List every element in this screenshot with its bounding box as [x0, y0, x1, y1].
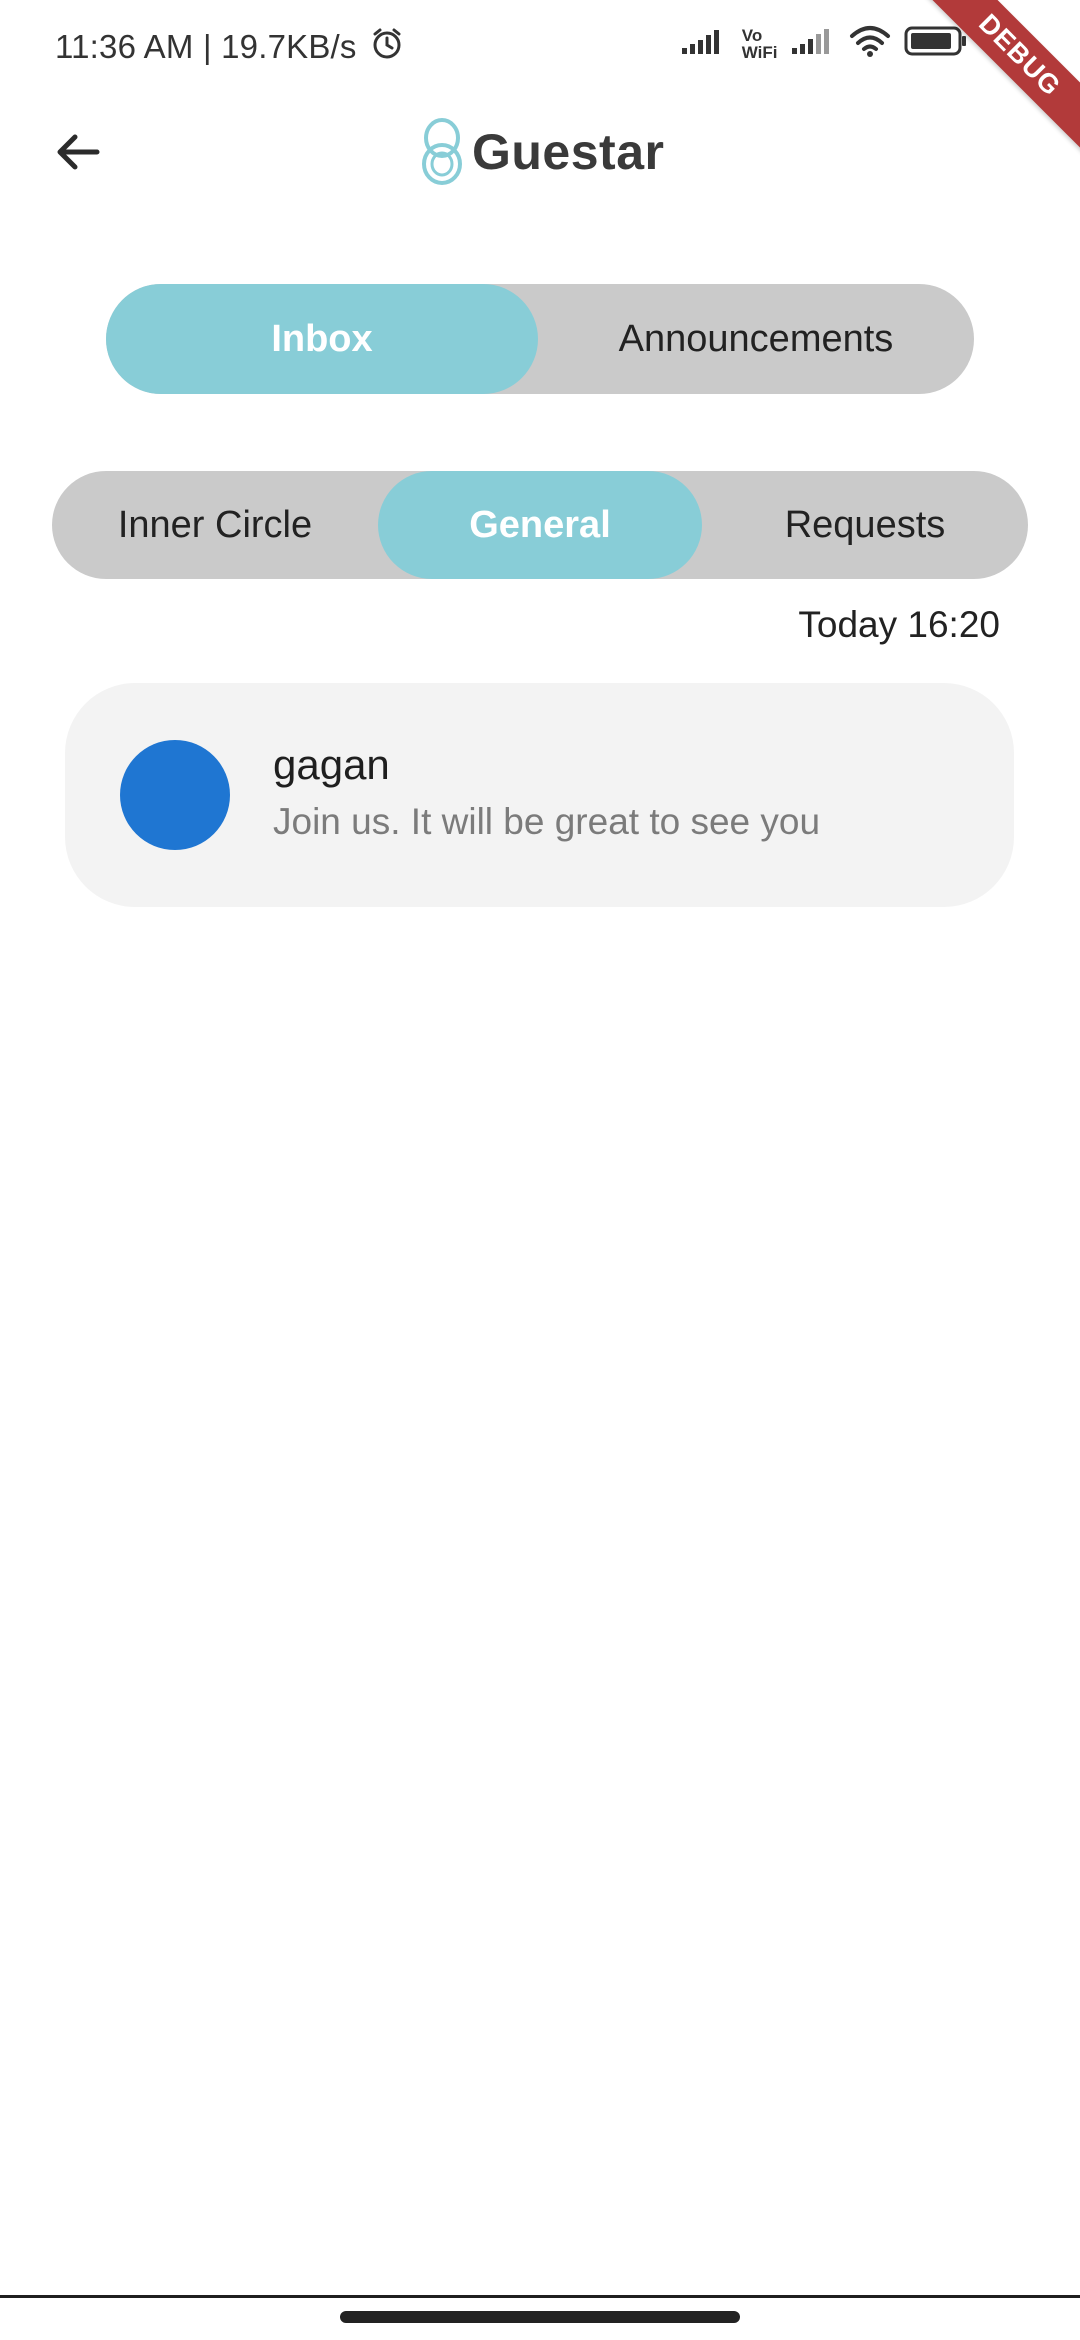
back-button[interactable]: [48, 122, 108, 182]
battery-icon: [904, 25, 968, 62]
alarm-icon: [369, 26, 405, 67]
vowifi-indicator: Vo WiFi: [742, 27, 778, 61]
arrow-left-icon: [57, 134, 100, 170]
status-bar: 11:36 AM | 19.7KB/s Vo WiFi: [0, 0, 1080, 96]
tab-announcements[interactable]: Announcements: [538, 284, 974, 394]
status-left: 11:36 AM | 19.7KB/s: [55, 26, 405, 67]
message-preview: Join us. It will be great to see you: [273, 801, 821, 842]
wifi-icon: [848, 24, 892, 63]
subtab-requests[interactable]: Requests: [702, 471, 1028, 579]
message-sender: gagan: [273, 741, 390, 788]
home-indicator[interactable]: [340, 2311, 740, 2323]
brand: Guestar: [418, 116, 664, 188]
vowifi-line-1: Vo: [741, 25, 763, 45]
subtab-general[interactable]: General: [378, 471, 702, 579]
signal-icon: [680, 26, 730, 61]
bottom-divider: [0, 2295, 1080, 2298]
subtab-inner-circle[interactable]: Inner Circle: [52, 471, 378, 579]
tab-inbox[interactable]: Inbox: [106, 284, 538, 394]
message-timestamp: Today 16:20: [798, 604, 1000, 645]
guestar-logo-icon: [422, 118, 462, 185]
app-bar: Guestar: [0, 110, 1080, 194]
brand-name: Guestar: [472, 124, 665, 180]
inbox-category-tabs: Inner Circle General Requests: [52, 471, 1028, 579]
vowifi-line-2: WiFi: [741, 42, 778, 62]
screen: 11:36 AM | 19.7KB/s Vo WiFi DEBUG Guesta…: [0, 0, 1080, 2340]
signal-icon-2: [790, 26, 836, 61]
avatar: [120, 740, 230, 850]
inbox-announcements-toggle: Inbox Announcements: [106, 284, 974, 394]
status-time: 11:36 AM | 19.7KB/s: [55, 27, 357, 65]
message-card[interactable]: gagan Join us. It will be great to see y…: [65, 683, 1014, 907]
